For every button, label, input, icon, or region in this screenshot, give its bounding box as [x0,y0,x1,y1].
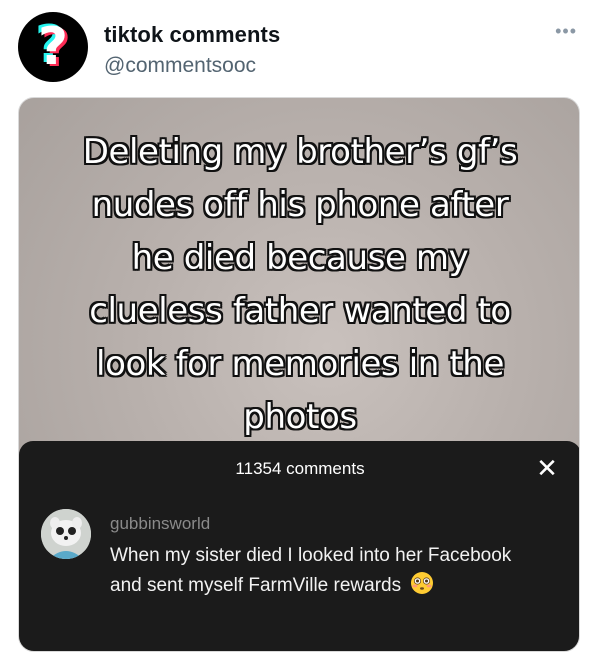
profile-avatar[interactable]: ? ? ? [18,12,88,82]
user-handle[interactable]: @commentsooc [104,54,256,78]
comment-text: When my sister died I looked into her Fa… [110,541,530,601]
video-caption: Deleting my brother’s gf’s nudes off his… [82,132,518,437]
tiktok-screenshot-media[interactable]: Deleting my brother’s gf’s nudes off his… [18,97,580,652]
close-icon[interactable]: ✕ [533,454,561,482]
flushed-face-emoji-icon [410,571,434,595]
comments-count: 11354 comments [235,459,365,478]
question-mark-logo-icon: ? ? ? [34,15,72,79]
display-name[interactable]: tiktok comments [104,22,280,48]
comment-body: When my sister died I looked into her Fa… [110,545,512,596]
comments-panel: 11354 comments ✕ gubbinsworld When my si… [19,441,579,651]
comment-username[interactable]: gubbinsworld [110,514,210,534]
commenter-avatar[interactable] [41,509,91,559]
tweet-header: ? ? ? tiktok comments @commentsooc ••• [0,0,599,95]
more-horizontal-icon[interactable]: ••• [555,22,577,40]
